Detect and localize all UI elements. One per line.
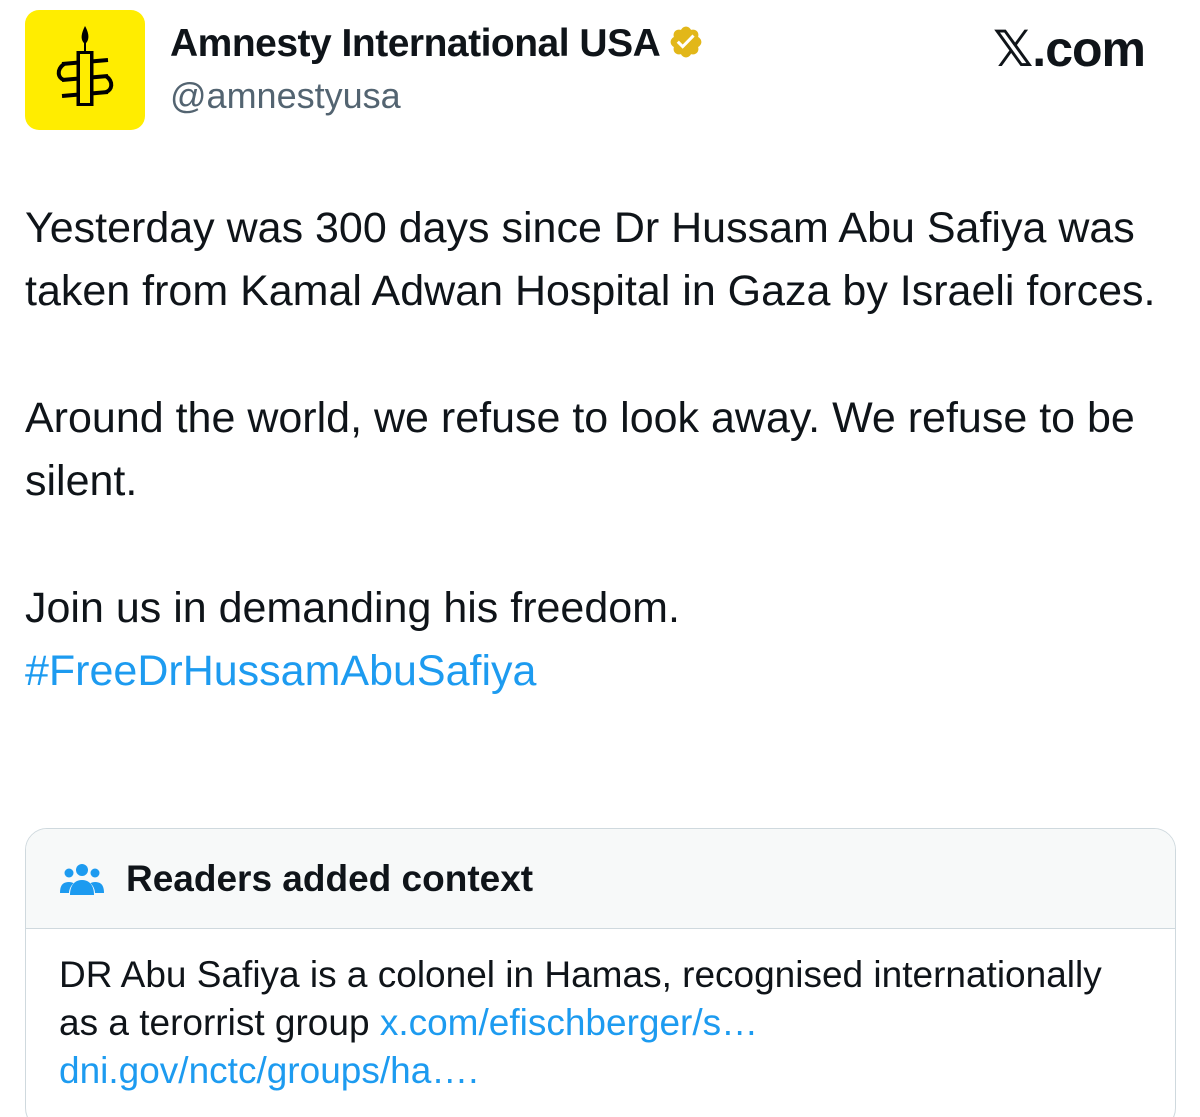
tweet-paragraph-3-text: Join us in demanding his freedom. — [25, 584, 680, 632]
tweet-paragraph-1: Yesterday was 300 days since Dr Hussam A… — [25, 204, 1156, 315]
community-note-body: DR Abu Safiya is a colonel in Hamas, rec… — [26, 929, 1175, 1095]
author-handle[interactable]: @amnestyusa — [170, 75, 401, 117]
community-note-title: Readers added context — [126, 857, 534, 899]
amnesty-candle-icon — [56, 26, 114, 106]
tweet-paragraph-3: Join us in demanding his freedom. #FreeD… — [25, 577, 1175, 703]
community-note-link-2[interactable]: dni.gov/nctc/groups/ha…. — [59, 1050, 479, 1091]
author-name[interactable]: Amnesty International USA — [170, 22, 704, 70]
people-group-icon — [60, 863, 104, 895]
avatar[interactable] — [25, 10, 145, 130]
community-note-link-1[interactable]: x.com/efischberger/s… — [380, 1002, 758, 1043]
tweet-body: Yesterday was 300 days since Dr Hussam A… — [25, 197, 1175, 703]
community-note-header: Readers added context — [26, 829, 1175, 929]
community-note: Readers added context DR Abu Safiya is a… — [25, 828, 1176, 1117]
tweet-paragraph-2: Around the world, we refuse to look away… — [25, 394, 1135, 505]
tweet-card: Amnesty International USA @amnestyusa 𝕏.… — [0, 0, 1200, 1117]
author-name-text: Amnesty International USA — [170, 22, 661, 65]
hashtag-link[interactable]: #FreeDrHussamAbuSafiya — [25, 640, 1175, 703]
x-com-brand: 𝕏.com — [993, 21, 1146, 77]
verified-badge-icon[interactable] — [668, 24, 704, 70]
